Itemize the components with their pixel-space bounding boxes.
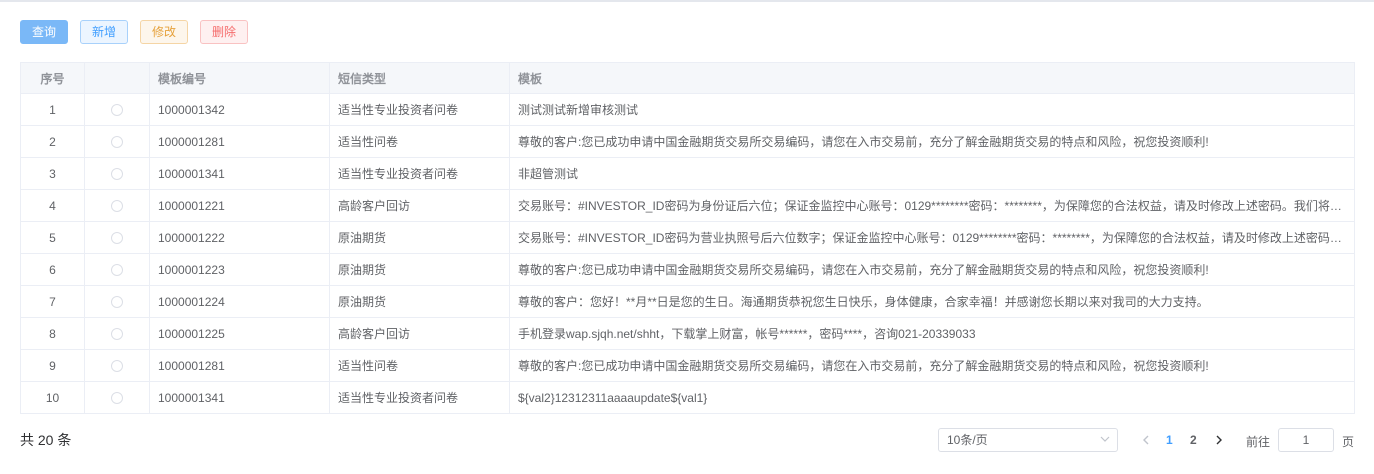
add-button[interactable]: 新增: [80, 20, 128, 44]
table-row[interactable]: 3 1000001341 适当性专业投资者问卷 非超管测试: [20, 157, 1355, 190]
cell-template: 非超管测试: [509, 157, 1355, 190]
row-radio-cell[interactable]: [84, 381, 150, 414]
cell-index: 9: [20, 349, 85, 382]
cell-template: 尊敬的客户:您已成功申请中国金融期货交易所交易编码，请您在入市交易前，充分了解金…: [509, 253, 1355, 286]
cell-template: 尊敬的客户：您好！**月**日是您的生日。海通期货恭祝您生日快乐，身体健康，合家…: [509, 285, 1355, 318]
table-row[interactable]: 7 1000001224 原油期货 尊敬的客户：您好！**月**日是您的生日。海…: [20, 285, 1355, 318]
cell-template: 交易账号：#INVESTOR_ID密码为身份证后六位；保证金监控中心账号：012…: [509, 189, 1355, 222]
cell-sms-type: 原油期货: [329, 285, 510, 318]
radio-button[interactable]: [111, 168, 123, 181]
table-header-row: 序号 模板编号 短信类型 模板: [20, 62, 1355, 94]
cell-index: 6: [20, 253, 85, 286]
table-row[interactable]: 9 1000001281 适当性问卷 尊敬的客户:您已成功申请中国金融期货交易所…: [20, 349, 1355, 382]
total-count: 共 20 条: [20, 432, 72, 448]
page-unit-label: 页: [1342, 435, 1355, 449]
prev-page-icon[interactable]: [1139, 432, 1153, 448]
page-size-value: 10条/页: [947, 433, 988, 447]
radio-button[interactable]: [111, 104, 123, 117]
goto-label: 前往: [1246, 435, 1271, 449]
cell-template-code: 1000001281: [149, 125, 330, 158]
template-table: 序号 模板编号 短信类型 模板 1 1000001342 适当性专业投资者问卷 …: [20, 62, 1355, 414]
page-number-2[interactable]: 2: [1190, 432, 1197, 448]
edit-button[interactable]: 修改: [140, 20, 188, 44]
row-radio-cell[interactable]: [84, 221, 150, 254]
row-radio-cell[interactable]: [84, 285, 150, 318]
goto-page-input[interactable]: [1278, 428, 1334, 452]
header-template: 模板: [509, 62, 1355, 94]
table-row[interactable]: 2 1000001281 适当性问卷 尊敬的客户:您已成功申请中国金融期货交易所…: [20, 125, 1355, 158]
row-radio-cell[interactable]: [84, 93, 150, 126]
next-page-icon[interactable]: [1212, 432, 1226, 448]
header-sms-type: 短信类型: [329, 62, 510, 94]
cell-template: 交易账号：#INVESTOR_ID密码为营业执照号后六位数字；保证金监控中心账号…: [509, 221, 1355, 254]
cell-sms-type: 适当性专业投资者问卷: [329, 157, 510, 190]
row-radio-cell[interactable]: [84, 253, 150, 286]
cell-template-code: 1000001342: [149, 93, 330, 126]
cell-index: 5: [20, 221, 85, 254]
cell-index: 2: [20, 125, 85, 158]
radio-button[interactable]: [111, 232, 123, 245]
cell-template-code: 1000001223: [149, 253, 330, 286]
cell-index: 4: [20, 189, 85, 222]
radio-button[interactable]: [111, 296, 123, 309]
cell-sms-type: 适当性问卷: [329, 125, 510, 158]
cell-sms-type: 高龄客户回访: [329, 189, 510, 222]
radio-button[interactable]: [111, 328, 123, 341]
row-radio-cell[interactable]: [84, 157, 150, 190]
cell-template-code: 1000001341: [149, 157, 330, 190]
cell-template: 测试测试新增审核测试: [509, 93, 1355, 126]
table-row[interactable]: 5 1000001222 原油期货 交易账号：#INVESTOR_ID密码为营业…: [20, 221, 1355, 254]
radio-button[interactable]: [111, 360, 123, 373]
cell-template-code: 1000001222: [149, 221, 330, 254]
cell-template: 尊敬的客户:您已成功申请中国金融期货交易所交易编码，请您在入市交易前，充分了解金…: [509, 349, 1355, 382]
header-template-code: 模板编号: [149, 62, 330, 94]
row-radio-cell[interactable]: [84, 189, 150, 222]
chevron-down-icon: [1100, 436, 1110, 442]
radio-button[interactable]: [111, 392, 123, 405]
cell-index: 7: [20, 285, 85, 318]
table-row[interactable]: 8 1000001225 高龄客户回访 手机登录wap.sjqh.net/shh…: [20, 317, 1355, 350]
header-select: [84, 62, 150, 94]
cell-index: 3: [20, 157, 85, 190]
table-row[interactable]: 1 1000001342 适当性专业投资者问卷 测试测试新增审核测试: [20, 93, 1355, 126]
cell-template-code: 1000001221: [149, 189, 330, 222]
radio-button[interactable]: [111, 200, 123, 213]
radio-button[interactable]: [111, 264, 123, 277]
header-index: 序号: [20, 62, 85, 94]
page-number-1[interactable]: 1: [1166, 432, 1173, 448]
table-row[interactable]: 6 1000001223 原油期货 尊敬的客户:您已成功申请中国金融期货交易所交…: [20, 253, 1355, 286]
cell-sms-type: 适当性问卷: [329, 349, 510, 382]
cell-sms-type: 适当性专业投资者问卷: [329, 93, 510, 126]
cell-index: 1: [20, 93, 85, 126]
cell-sms-type: 高龄客户回访: [329, 317, 510, 350]
cell-index: 8: [20, 317, 85, 350]
cell-sms-type: 原油期货: [329, 253, 510, 286]
row-radio-cell[interactable]: [84, 317, 150, 350]
cell-template-code: 1000001281: [149, 349, 330, 382]
query-button[interactable]: 查询: [20, 20, 68, 44]
cell-sms-type: 适当性专业投资者问卷: [329, 381, 510, 414]
cell-sms-type: 原油期货: [329, 221, 510, 254]
cell-template: 尊敬的客户:您已成功申请中国金融期货交易所交易编码，请您在入市交易前，充分了解金…: [509, 125, 1355, 158]
cell-template: 手机登录wap.sjqh.net/shht，下载掌上财富，帐号******，密码…: [509, 317, 1355, 350]
radio-button[interactable]: [111, 136, 123, 149]
table-row[interactable]: 4 1000001221 高龄客户回访 交易账号：#INVESTOR_ID密码为…: [20, 189, 1355, 222]
cell-template-code: 1000001225: [149, 317, 330, 350]
row-radio-cell[interactable]: [84, 125, 150, 158]
cell-template-code: 1000001224: [149, 285, 330, 318]
table-row[interactable]: 10 1000001341 适当性专业投资者问卷 ${val2}12312311…: [20, 381, 1355, 414]
row-radio-cell[interactable]: [84, 349, 150, 382]
cell-template-code: 1000001341: [149, 381, 330, 414]
page-size-select[interactable]: 10条/页: [938, 428, 1118, 452]
cell-template: ${val2}12312311aaaaupdate${val1}: [509, 381, 1355, 414]
cell-index: 10: [20, 381, 85, 414]
delete-button[interactable]: 删除: [200, 20, 248, 44]
